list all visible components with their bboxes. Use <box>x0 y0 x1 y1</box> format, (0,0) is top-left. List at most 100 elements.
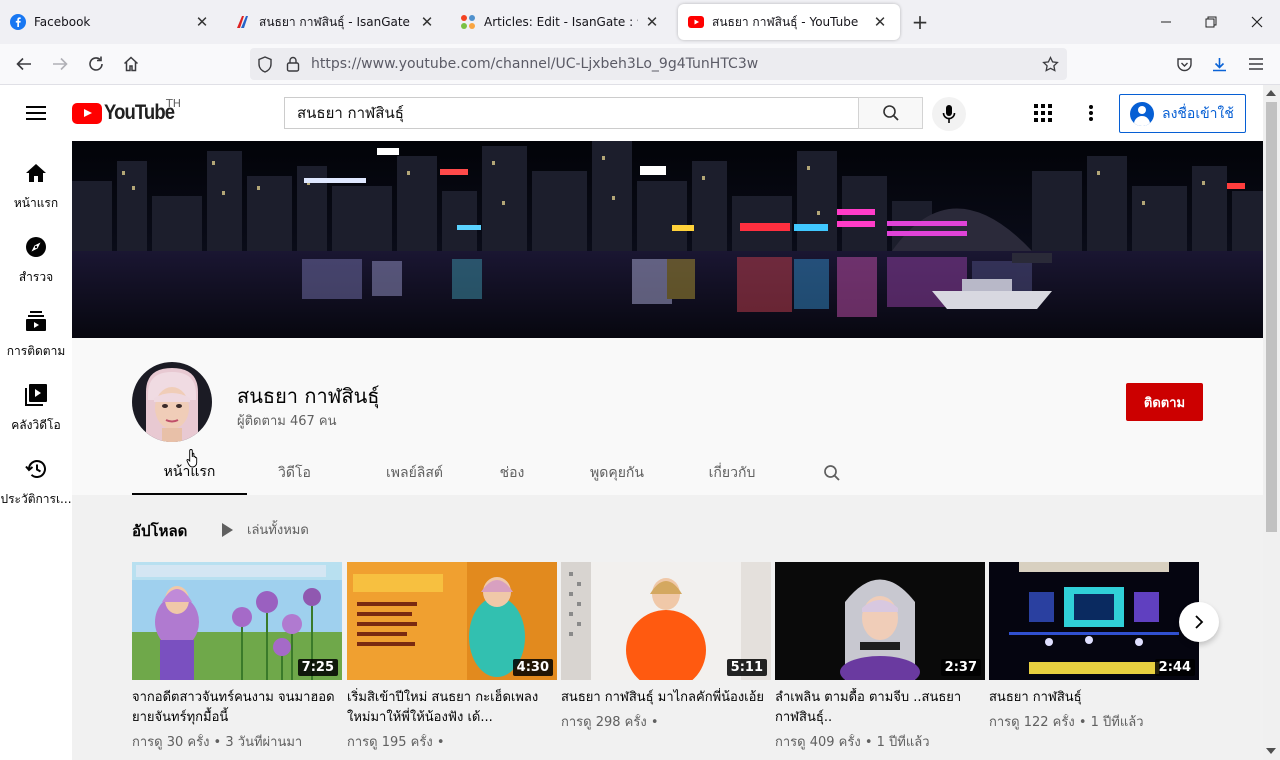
browser-nav-toolbar: https://www.youtube.com/channel/UC-Ljxbe… <box>0 44 1280 85</box>
guide-item-explore[interactable]: สำรวจ <box>0 215 72 289</box>
video-thumbnail[interactable]: 2:44 <box>989 562 1199 680</box>
scroll-up-arrow-icon[interactable] <box>1266 90 1276 96</box>
home-button[interactable] <box>116 49 146 79</box>
bookmark-star-icon[interactable] <box>1041 55 1059 73</box>
video-thumbnail[interactable]: 7:25 <box>132 562 342 680</box>
video-meta: การดู 298 ครั้ง • <box>561 715 659 730</box>
joomla-favicon-icon <box>460 14 476 30</box>
downloads-button[interactable] <box>1204 49 1234 79</box>
channel-avatar[interactable] <box>132 362 212 442</box>
guide-item-label: สำรวจ <box>18 270 54 284</box>
voice-search-button[interactable] <box>932 97 966 131</box>
back-arrow-icon <box>16 57 31 71</box>
apps-button[interactable] <box>1031 101 1055 125</box>
browser-tab-youtube[interactable]: สนธยา กาฬสินธุ์ - YouTube ✕ <box>678 4 900 40</box>
channel-name: สนธยา กาฬสินธุ์ <box>237 384 380 408</box>
scroll-down-arrow-icon[interactable] <box>1266 748 1276 754</box>
forward-button[interactable] <box>45 49 75 79</box>
country-code: TH <box>166 97 181 110</box>
account-circle-icon <box>1130 101 1154 126</box>
banner-cityscape-image <box>72 141 1263 338</box>
subscriber-count: ผู้ติดตาม 467 คน <box>237 414 337 429</box>
scrollbar-thumb[interactable] <box>1266 102 1277 532</box>
back-button[interactable] <box>9 49 39 79</box>
search-icon <box>824 464 840 481</box>
shelf-next-button[interactable] <box>1179 602 1219 642</box>
download-icon <box>1212 57 1226 71</box>
video-title[interactable]: ลำเพลิน ตามดื้อ ตามจีบ ..สนธยา กาฬสินธุ์… <box>775 688 985 728</box>
video-duration: 2:44 <box>1154 659 1195 676</box>
guide-item-label: หน้าแรก <box>13 196 59 210</box>
new-tab-button[interactable]: + <box>902 0 938 44</box>
youtube-logo[interactable]: YouTube TH <box>72 97 184 124</box>
video-duration: 4:30 <box>512 659 553 676</box>
tab-about[interactable]: เกี่ยวกับ <box>682 450 782 495</box>
reload-button[interactable] <box>81 49 111 79</box>
sign-in-button[interactable]: ลงชื่อเข้าใช้ <box>1119 94 1246 133</box>
browser-tab-articles-edit[interactable]: Articles: Edit - IsanGate : ประตูสู่ ✕ <box>450 0 672 44</box>
guide-item-library[interactable]: คลังวิดีโอ <box>0 363 72 437</box>
tab-videos[interactable]: วิดีโอ <box>247 450 342 495</box>
youtube-logo-text: YouTube <box>104 101 175 124</box>
isangate-favicon-icon <box>235 14 251 30</box>
pocket-button[interactable] <box>1169 49 1199 79</box>
close-tab-icon[interactable]: ✕ <box>642 12 662 32</box>
video-meta: การดู 122 ครั้ง • 1 ปีที่แล้ว <box>989 715 1144 730</box>
app-menu-button[interactable] <box>1241 49 1271 79</box>
browser-tab-label: สนธยา กาฬสินธุ์ - IsanGate : ประ <box>259 14 413 29</box>
search-button[interactable] <box>858 97 923 129</box>
browser-tab-facebook[interactable]: Facebook ✕ <box>0 0 222 44</box>
close-tab-icon[interactable]: ✕ <box>192 12 212 32</box>
shelf-title[interactable]: อัปโหลด <box>132 519 187 543</box>
channel-search-button[interactable] <box>812 450 852 495</box>
browser-tab-label: สนธยา กาฬสินธุ์ - YouTube <box>712 14 859 29</box>
subscribe-button[interactable]: ติดตาม <box>1126 383 1203 421</box>
video-thumbnail[interactable]: 2:37 <box>775 562 985 680</box>
settings-more-button[interactable] <box>1079 101 1103 125</box>
home-icon <box>24 161 48 185</box>
play-all-button[interactable]: เล่นทั้งหมด <box>222 519 309 540</box>
browser-tab-isangate[interactable]: สนธยา กาฬสินธุ์ - IsanGate : ประ ✕ <box>225 0 447 44</box>
tracking-shield-icon[interactable] <box>256 55 274 73</box>
tab-discussion[interactable]: พูดคุยกัน <box>567 450 667 495</box>
microphone-icon <box>942 105 956 123</box>
facebook-favicon-icon <box>10 14 26 30</box>
guide-item-home[interactable]: หน้าแรก <box>0 141 72 215</box>
restore-window-button[interactable] <box>1188 0 1234 44</box>
close-tab-icon[interactable]: ✕ <box>417 12 437 32</box>
tab-playlists[interactable]: เพลย์ลิสต์ <box>357 450 472 495</box>
channel-header: สนธยา กาฬสินธุ์ ผู้ติดตาม 467 คน ติดตาม … <box>72 338 1263 495</box>
video-card[interactable]: 7:25 จากอดีตสาวจันทร์คนงาม จนมาฮอดยายจัน… <box>132 562 342 752</box>
page-scrollbar[interactable] <box>1263 85 1280 760</box>
video-card[interactable]: 2:37 ลำเพลิน ตามดื้อ ตามจีบ ..สนธยา กาฬส… <box>775 562 985 752</box>
tab-channels[interactable]: ช่อง <box>477 450 547 495</box>
video-meta: การดู 30 ครั้ง • 3 วันที่ผ่านมา <box>132 735 303 750</box>
minimize-window-button[interactable] <box>1143 0 1189 44</box>
close-window-button[interactable] <box>1234 0 1280 44</box>
search-input[interactable]: สนธยา กาฬสินธุ์ <box>284 97 859 129</box>
video-card[interactable]: 5:11 สนธยา กาฬสินธุ์ มาไกลคักพี่น้องเอ้ย… <box>561 562 771 732</box>
menu-icon <box>1249 58 1263 70</box>
youtube-play-logo-icon <box>72 102 102 124</box>
video-title[interactable]: จากอดีตสาวจันทร์คนงาม จนมาฮอดยายจันทร์ทุ… <box>132 688 342 728</box>
video-card[interactable]: 4:30 เริ่มสิเข้าปีใหม่ สนธยา กะเฮ็ดเพลงใ… <box>347 562 557 752</box>
guide-item-subscriptions[interactable]: การติดตาม <box>0 289 72 363</box>
video-title[interactable]: เริ่มสิเข้าปีใหม่ สนธยา กะเฮ็ดเพลงใหม่มา… <box>347 688 557 728</box>
video-thumbnail[interactable]: 4:30 <box>347 562 557 680</box>
video-card[interactable]: 2:44 สนธยา กาฬสินธุ์ การดู 122 ครั้ง • 1… <box>989 562 1199 732</box>
apps-grid-icon <box>1034 104 1052 122</box>
video-thumbnail[interactable]: 5:11 <box>561 562 771 680</box>
video-title[interactable]: สนธยา กาฬสินธุ์ มาไกลคักพี่น้องเอ้ย <box>561 688 771 708</box>
channel-banner <box>72 141 1263 338</box>
guide-item-history[interactable]: ประวัติการเ... <box>0 437 72 511</box>
subscriptions-icon <box>24 309 48 333</box>
sign-in-label: ลงชื่อเข้าใช้ <box>1162 105 1234 122</box>
browser-tab-label: Articles: Edit - IsanGate : ประตูสู่ <box>484 14 638 29</box>
address-bar[interactable]: https://www.youtube.com/channel/UC-Ljxbe… <box>250 48 1067 80</box>
close-tab-icon[interactable]: ✕ <box>870 12 890 32</box>
guide-item-label: ประวัติการเ... <box>0 492 72 506</box>
lock-icon[interactable] <box>284 55 302 73</box>
pocket-icon <box>1176 57 1192 71</box>
video-title[interactable]: สนธยา กาฬสินธุ์ <box>989 688 1199 708</box>
guide-menu-button[interactable] <box>20 97 52 129</box>
